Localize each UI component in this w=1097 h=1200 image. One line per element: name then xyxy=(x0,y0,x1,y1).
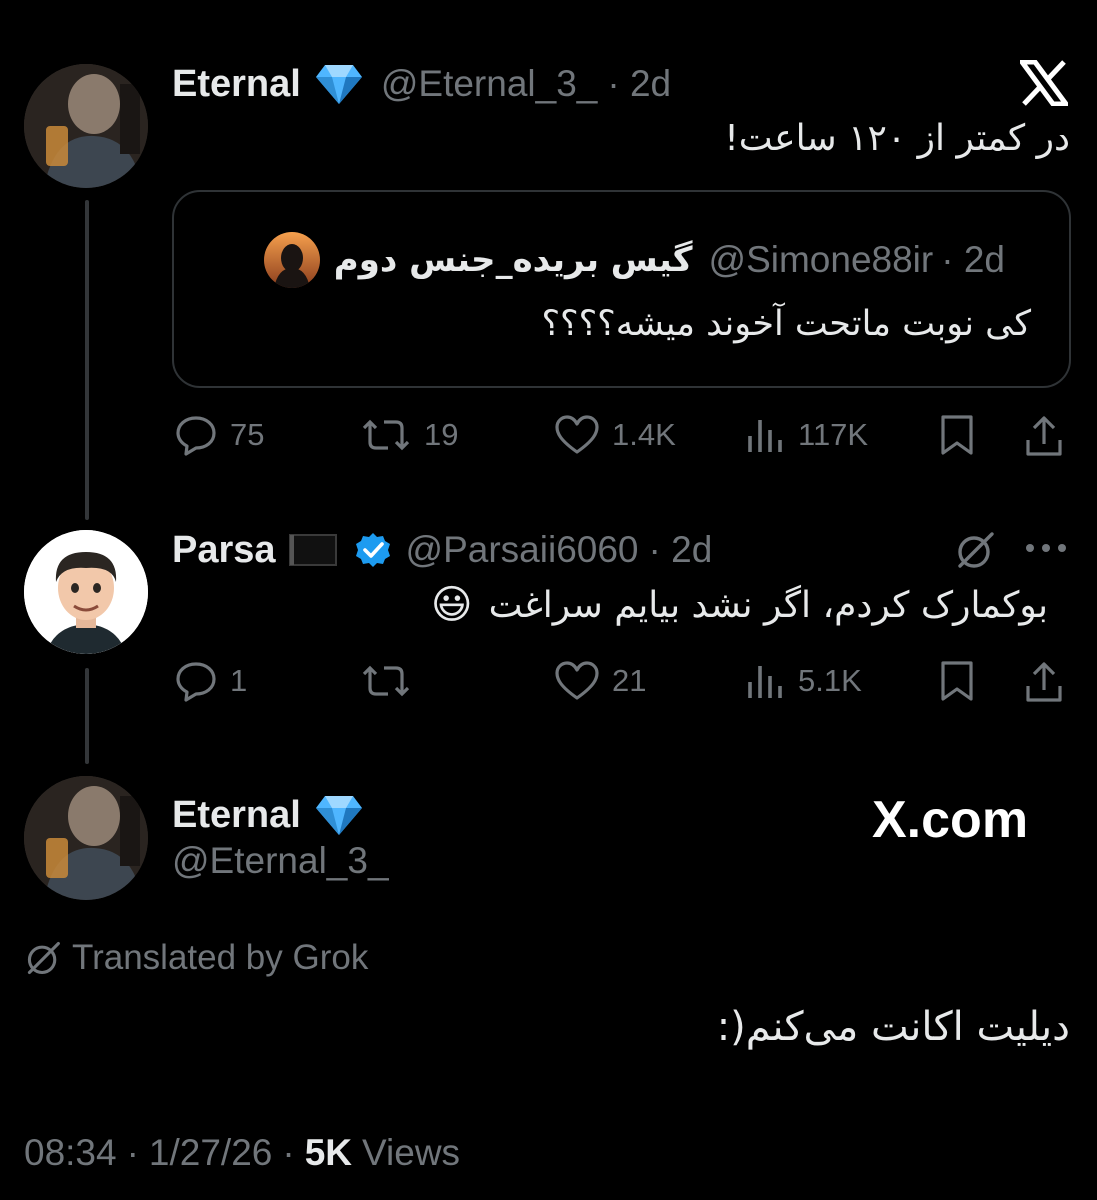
views-button[interactable]: 5.1K xyxy=(746,660,862,702)
views-label: Views xyxy=(362,1132,461,1173)
diamond-icon xyxy=(315,63,363,105)
quote-text: کی نوبت ماتحت آخوند میشه؟؟؟؟ xyxy=(541,304,1031,344)
quote-avatar[interactable] xyxy=(263,232,320,288)
author-name[interactable]: Eternal xyxy=(172,63,301,106)
author-handle[interactable]: @Eternal_3_ xyxy=(381,63,598,105)
more-options-icon[interactable] xyxy=(1024,540,1068,561)
repost-count: 19 xyxy=(424,417,459,452)
post2-header: Parsa @Parsaii6060 · 2d xyxy=(172,524,712,576)
reply-button[interactable]: 1 xyxy=(174,660,247,702)
separator: · xyxy=(282,1132,295,1173)
post-footer: 08:34 · 1/27/26 · 5K Views xyxy=(24,1132,460,1174)
post-time[interactable]: · 2d xyxy=(649,529,713,571)
translated-label: Translated by Grok xyxy=(72,938,369,977)
like-count: 21 xyxy=(612,663,647,698)
reply-count: 75 xyxy=(230,417,265,452)
repost-button[interactable] xyxy=(360,660,424,702)
x-logo-icon[interactable] xyxy=(1017,59,1071,111)
thread-line-middle xyxy=(85,668,89,764)
avatar-eternal[interactable] xyxy=(24,64,148,188)
views-total: 5K xyxy=(304,1132,353,1173)
quote-handle[interactable]: @Simone88ir xyxy=(709,239,934,281)
grok-icon[interactable] xyxy=(954,530,996,575)
avatar-parsa[interactable] xyxy=(24,530,148,654)
author-name[interactable]: Eternal xyxy=(172,794,301,837)
translated-by-grok[interactable]: Translated by Grok xyxy=(24,938,368,978)
smiley-emoji: 😃 xyxy=(430,583,473,627)
separator: · xyxy=(126,1132,139,1173)
views-button[interactable]: 117K xyxy=(746,414,868,456)
views-count: 117K xyxy=(798,417,869,452)
diamond-icon xyxy=(315,794,363,836)
black-flag-icon xyxy=(288,533,338,567)
author-name[interactable]: Parsa xyxy=(172,529,276,572)
repost-button[interactable]: 19 xyxy=(360,414,458,456)
grok-icon xyxy=(24,939,62,977)
share-button[interactable] xyxy=(1024,414,1064,458)
post1-text: در کمتر از ۱۲۰ ساعت! xyxy=(724,118,1070,159)
reply-button[interactable]: 75 xyxy=(174,414,264,456)
x-com-watermark: X.com xyxy=(872,791,1029,849)
post3-text: دیلیت اکانت می‌کنم(: xyxy=(716,1004,1070,1050)
like-button[interactable]: 21 xyxy=(554,660,646,702)
share-button[interactable] xyxy=(1024,660,1064,704)
quote-time[interactable]: · 2d xyxy=(941,239,1005,281)
author-handle[interactable]: @Eternal_3_ xyxy=(172,840,389,882)
views-count: 5.1K xyxy=(798,663,862,698)
author-handle[interactable]: @Parsaii6060 xyxy=(406,529,639,571)
like-count: 1.4K xyxy=(612,417,676,452)
quoted-tweet[interactable]: · 2d @Simone88ir گیس بریده_جنس دوم کی نو… xyxy=(172,190,1071,388)
avatar-eternal[interactable] xyxy=(24,776,148,900)
post-time[interactable]: · 2d xyxy=(607,63,671,105)
post-timestamp[interactable]: 08:34 xyxy=(24,1132,117,1174)
post3-header: Eternal xyxy=(172,790,363,840)
post2-text: بوکمارک کردم، اگر نشد بیایم سراغت xyxy=(488,584,1048,626)
quote-header: · 2d @Simone88ir گیس بریده_جنس دوم xyxy=(263,232,1005,288)
blue-check-icon xyxy=(354,531,392,569)
bookmark-button[interactable] xyxy=(938,660,976,702)
like-button[interactable]: 1.4K xyxy=(554,414,676,456)
quote-author-name[interactable]: گیس بریده_جنس دوم xyxy=(334,240,693,280)
thread-line-top xyxy=(85,200,89,520)
bookmark-button[interactable] xyxy=(938,414,976,456)
reply-count: 1 xyxy=(230,663,248,698)
post2-body: 😃 بوکمارک کردم، اگر نشد بیایم سراغت xyxy=(172,582,1048,628)
post1-header: Eternal @Eternal_3_ · 2d xyxy=(172,58,671,110)
post-date[interactable]: 1/27/26 xyxy=(149,1132,272,1174)
